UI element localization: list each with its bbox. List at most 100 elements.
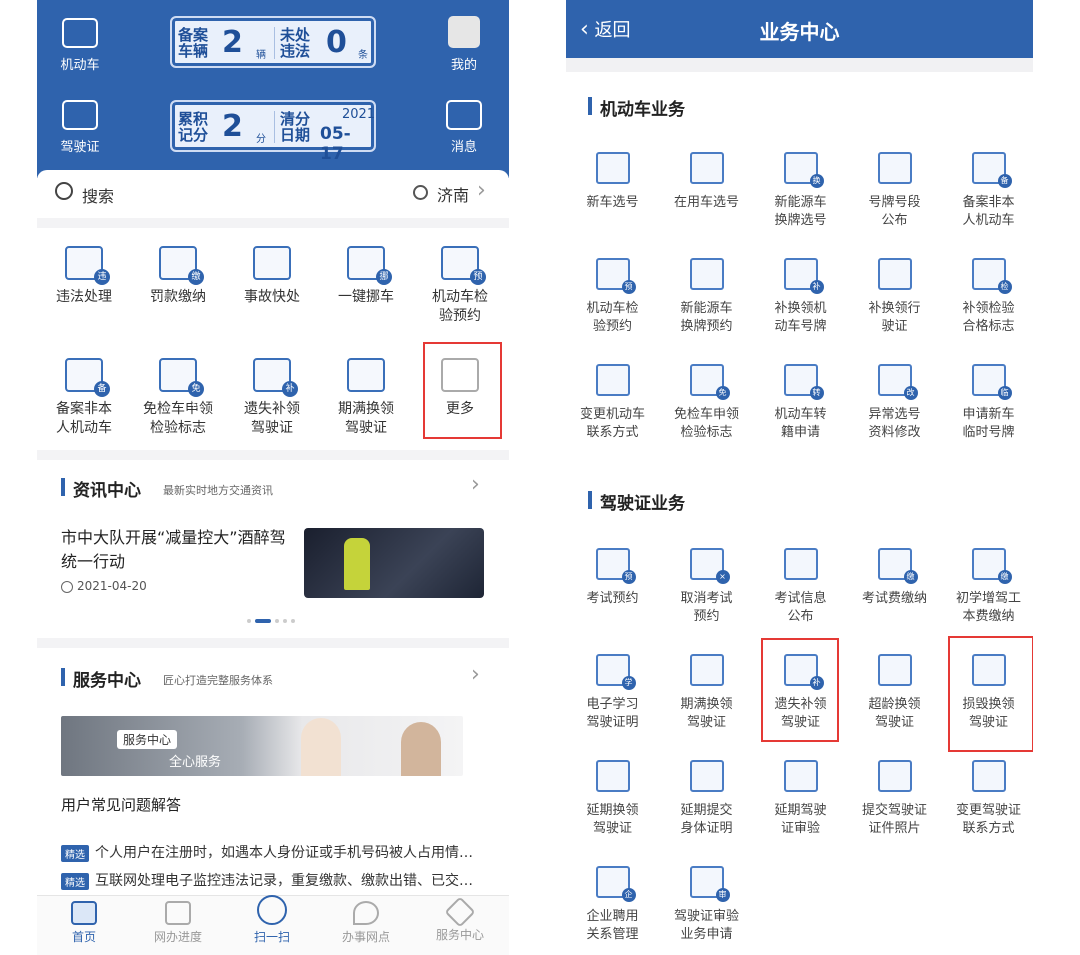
envelope-icon	[446, 100, 482, 130]
tab-service[interactable]: 服务中心	[413, 896, 507, 943]
service-banner[interactable]: 服务中心 全心服务	[61, 716, 463, 776]
vehicle-summary-plate[interactable]: 备案 车辆 2 辆 未处 违法 0 条	[170, 16, 376, 68]
used-car-plate-icon	[689, 152, 724, 184]
business-item[interactable]: 变更机动车 联系方式	[566, 364, 659, 442]
business-item[interactable]: 改异常选号 资料修改	[848, 364, 941, 442]
business-label: 机动车检 验预约	[586, 301, 639, 334]
score-summary-plate[interactable]: 累积 记分 2 分 清分 日期 2021 05-17	[170, 100, 376, 164]
tab-progress[interactable]: 网办进度	[131, 901, 225, 945]
service-item[interactable]: 挪一键挪车	[319, 246, 413, 307]
badge: 备	[997, 174, 1012, 188]
business-item[interactable]: 缴考试费缴纳	[848, 548, 941, 608]
tab-scan[interactable]: 扫一扫	[225, 895, 319, 945]
abnormal-plate-icon: 改	[877, 364, 918, 400]
faq-item[interactable]: 精选 个人用户在注册时，如遇本人身份证或手机号码被人占用情…	[61, 842, 491, 862]
business-item[interactable]: 备备案非本 人机动车	[942, 152, 1033, 230]
business-item[interactable]: 延期换领 驾驶证	[566, 760, 659, 838]
news-image[interactable]	[304, 528, 484, 598]
badge: 换	[809, 174, 824, 188]
service-item[interactable]: 备备案非本 人机动车	[37, 358, 131, 438]
business-label: 新能源车 换牌选号	[774, 195, 827, 228]
mine-entry[interactable]: 我的	[429, 16, 499, 73]
business-item[interactable]: 补补换领机 动车号牌	[754, 258, 847, 336]
service-item[interactable]: 补遗失补领 驾驶证	[225, 358, 319, 438]
business-item[interactable]: 转机动车转 籍申请	[754, 364, 847, 442]
city-selector[interactable]: 济南	[437, 182, 469, 206]
faq-item[interactable]: 精选 互联网处理电子监控违法记录，重复缴款、缴款出错、已交…	[61, 870, 491, 890]
business-item[interactable]: 期满换领 驾驶证	[660, 654, 753, 732]
service-item[interactable]: 违违法处理	[37, 246, 131, 307]
business-center-screen: ‹ 返回 业务中心 机动车业务 新车选号 在用车选号换新能源车 换牌选号 号牌号段 …	[566, 0, 1033, 955]
business-item[interactable]: 企企业聘用 关系管理	[566, 866, 659, 944]
license-entry[interactable]: 驾驶证	[45, 100, 115, 155]
search-input[interactable]: 搜索	[82, 183, 114, 207]
vehicle-section-title: 机动车业务	[600, 100, 685, 120]
badge: 改	[903, 386, 918, 400]
business-item[interactable]: 新车选号	[566, 152, 659, 212]
business-item[interactable]: 检补领检验 合格标志	[942, 258, 1033, 336]
badge: 审	[715, 888, 730, 902]
business-item[interactable]: 学电子学习 驾驶证明	[566, 654, 659, 732]
business-item[interactable]: 新能源车 换牌预约	[660, 258, 753, 336]
search-bar[interactable]: 搜索 济南 ›	[37, 170, 509, 218]
transfer-icon: 转	[783, 364, 824, 400]
tab-home[interactable]: 首页	[37, 901, 131, 945]
business-item[interactable]: 补换领行 驶证	[848, 258, 941, 336]
business-label: 考试信息 公布	[774, 591, 827, 624]
home-screen: 机动车 驾驶证 我的 消息 备案 车辆 2 辆 未处 违法 0 条 累积 记分	[37, 0, 509, 955]
business-item[interactable]: × 取消考试 预约	[660, 548, 753, 626]
business-item[interactable]: 临申请新车 临时号牌	[942, 364, 1033, 442]
business-header: ‹ 返回 业务中心	[566, 0, 1033, 58]
business-label: 补换领机 动车号牌	[774, 301, 827, 334]
badge: ×	[715, 570, 730, 584]
business-label: 提交驾驶证 证件照片	[861, 803, 927, 836]
tab-outlets[interactable]: 办事网点	[319, 901, 413, 945]
home-header: 机动车 驾驶证 我的 消息 备案 车辆 2 辆 未处 违法 0 条 累积 记分	[37, 0, 509, 178]
exam-info-icon	[783, 548, 818, 580]
business-item[interactable]: 缴初学增驾工 本费缴纳	[942, 548, 1033, 626]
chevron-right-icon[interactable]: ›	[471, 472, 480, 497]
business-item[interactable]: 变更驾驶证 联系方式	[942, 760, 1033, 838]
service-item[interactable]: 免检 免检车申领 检验标志	[131, 358, 225, 438]
business-item[interactable]: 预机动车检 验预约	[566, 258, 659, 336]
badge: 免检	[188, 381, 204, 410]
badge: 违	[94, 269, 110, 285]
business-item[interactable]: 在用车选号	[660, 152, 753, 212]
business-item[interactable]: 延期驾驶 证审验	[754, 760, 847, 838]
inspection-icon: 预	[441, 246, 486, 285]
change-contact-icon	[971, 760, 1006, 792]
business-item[interactable]: 超龄换领 驾驶证	[848, 654, 941, 732]
cancel-exam-icon: ×	[689, 548, 730, 584]
vehicle-entry[interactable]: 机动车	[45, 18, 115, 73]
service-item[interactable]: 缴罚款缴纳	[131, 246, 225, 307]
temp-plate-icon: 临	[971, 364, 1012, 400]
business-item[interactable]: 提交驾驶证 证件照片	[848, 760, 941, 838]
service-item[interactable]: 事故快处	[225, 246, 319, 307]
service-item[interactable]: 期满换领 驾驶证	[319, 358, 413, 438]
business-item[interactable]: 预考试预约	[566, 548, 659, 608]
business-label: 新车选号	[586, 195, 639, 210]
service-center-card: 服务中心 匠心打造完整服务体系 › 服务中心 全心服务 用户常见问题解答 精选个…	[37, 648, 509, 895]
service-label: 违法处理	[56, 289, 112, 305]
business-item[interactable]: 延期提交 身体证明	[660, 760, 753, 838]
message-entry[interactable]: 消息	[429, 100, 499, 155]
highlight-damaged-license	[948, 636, 1033, 752]
replace-plate-icon: 补	[783, 258, 824, 294]
business-label: 备案非本 人机动车	[962, 195, 1015, 228]
service-label: 免检车申领 检验标志	[143, 401, 213, 436]
chevron-right-icon[interactable]: ›	[471, 662, 480, 687]
business-item[interactable]: 免检 免检车申领 检验标志	[660, 364, 753, 442]
business-label: 延期换领 驾驶证	[586, 803, 639, 836]
faq-title[interactable]: 用户常见问题解答	[61, 794, 181, 815]
business-item[interactable]: 审驾驶证审验 业务申请	[660, 866, 753, 944]
service-item[interactable]: 预机动车检 验预约	[413, 246, 507, 326]
lost-license-icon: 补	[253, 358, 298, 397]
business-label: 异常选号 资料修改	[868, 407, 921, 440]
exempt-icon: 免检	[689, 364, 730, 411]
news-headline[interactable]: 市中大队开展“减量控大”酒醉驾统一行动	[61, 526, 301, 574]
business-item[interactable]: 考试信息 公布	[754, 548, 847, 626]
ev-appointment-icon	[689, 258, 724, 290]
highlight-lost-license	[761, 638, 839, 742]
business-item[interactable]: 换新能源车 换牌选号	[754, 152, 847, 230]
business-item[interactable]: 号牌号段 公布	[848, 152, 941, 230]
